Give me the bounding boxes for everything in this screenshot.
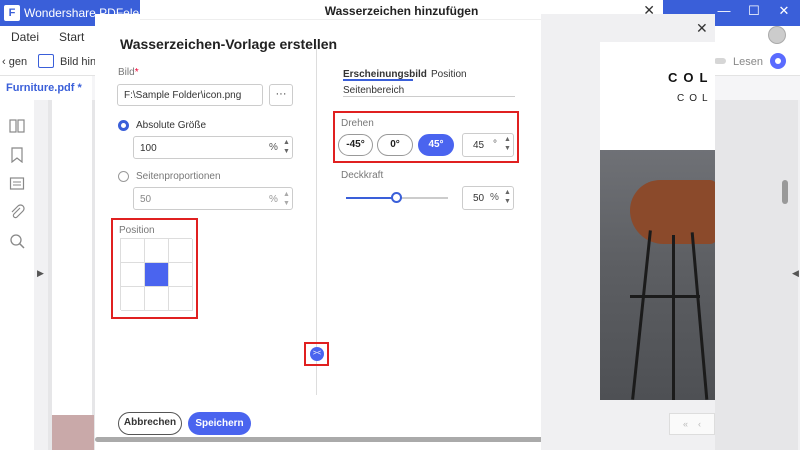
absolute-size-unit: %: [269, 142, 278, 153]
rotate-stepper[interactable]: ▲ ▼: [504, 135, 511, 153]
file-tab-furniture[interactable]: Furniture.pdf *: [0, 76, 92, 100]
collapse-panel-button[interactable]: ><: [310, 347, 324, 361]
rotate-0-button[interactable]: 0°: [377, 134, 413, 156]
expand-right-panel-icon[interactable]: ◀: [792, 268, 799, 279]
tab-active-indicator: [343, 79, 413, 81]
settings-hex-icon[interactable]: [770, 53, 786, 69]
opacity-slider-handle[interactable]: [391, 192, 402, 203]
left-sidebar: [0, 100, 34, 450]
horizontal-scrollbar[interactable]: [95, 437, 551, 442]
position-cell-selected[interactable]: [145, 263, 169, 287]
chair-leg: [672, 235, 675, 400]
pages-icon[interactable]: [9, 118, 25, 134]
page-proportion-stepper[interactable]: ▲ ▼: [283, 190, 290, 208]
tabs-underline: [343, 96, 515, 97]
browse-button[interactable]: ···: [269, 84, 293, 106]
document-page: [52, 100, 92, 450]
preview-pagination[interactable]: « ‹: [669, 413, 715, 435]
opacity-unit: %: [490, 192, 499, 203]
maximize-button[interactable]: ☐: [744, 3, 764, 19]
menu-item-start[interactable]: Start: [59, 30, 84, 44]
preview-heading: COL: [668, 70, 714, 85]
page-proportion-label: Seitenproportionen: [136, 171, 221, 182]
image-path-field[interactable]: F:\Sample Folder\icon.png: [117, 84, 263, 106]
comment-icon[interactable]: [9, 176, 25, 192]
image-label: Bild*: [118, 67, 139, 78]
position-label: Position: [119, 225, 155, 236]
preview-close-button[interactable]: ✕: [696, 20, 708, 37]
first-page-button[interactable]: «: [683, 419, 688, 429]
read-mode-toggle[interactable]: [714, 58, 726, 64]
rotate-minus45-button[interactable]: -45°: [338, 134, 373, 156]
position-grid[interactable]: [120, 238, 193, 311]
rotate-label: Drehen: [341, 118, 374, 129]
absolute-size-radio[interactable]: [118, 120, 129, 131]
position-cell[interactable]: [169, 263, 193, 287]
prev-page-button[interactable]: ‹: [698, 419, 701, 429]
position-cell[interactable]: [121, 239, 145, 263]
cancel-button[interactable]: Abbrechen: [118, 412, 182, 435]
position-cell[interactable]: [145, 287, 169, 311]
search-icon[interactable]: [9, 233, 25, 249]
position-cell[interactable]: [121, 263, 145, 287]
position-cell[interactable]: [121, 287, 145, 311]
vertical-scrollbar[interactable]: [782, 180, 788, 204]
tab-position[interactable]: Position: [431, 69, 467, 80]
bookmark-icon[interactable]: [9, 147, 25, 163]
tab-page-range[interactable]: Seitenbereich: [343, 85, 404, 96]
rotate-unit: °: [493, 139, 497, 150]
absolute-size-stepper[interactable]: ▲ ▼: [283, 138, 290, 156]
template-heading: Wasserzeichen-Vorlage erstellen: [120, 36, 338, 52]
opacity-label: Deckkraft: [341, 170, 384, 181]
image-icon: [38, 54, 54, 68]
position-cell[interactable]: [169, 239, 193, 263]
chair-leg: [690, 232, 709, 400]
toolbar-cut-label[interactable]: ‹ gen: [2, 56, 27, 68]
preview-subheading: COL: [677, 93, 713, 104]
app-logo: F: [4, 5, 20, 21]
document-image-fragment: [52, 415, 94, 450]
collapse-left-panel-icon[interactable]: ▶: [37, 268, 44, 279]
chair-footrest: [630, 295, 700, 298]
absolute-size-label: Absolute Größe: [136, 120, 207, 131]
preview-chair-image: [600, 150, 715, 400]
attachment-icon[interactable]: [9, 204, 25, 220]
save-button[interactable]: Speichern: [188, 412, 251, 435]
opacity-stepper[interactable]: ▲ ▼: [504, 188, 511, 206]
close-window-button[interactable]: ✕: [774, 3, 794, 19]
avatar[interactable]: [768, 26, 786, 44]
rotate-45-button[interactable]: 45°: [418, 134, 454, 156]
page-proportion-unit: %: [269, 194, 278, 205]
position-cell[interactable]: [169, 287, 193, 311]
position-cell[interactable]: [145, 239, 169, 263]
read-mode-label: Lesen: [733, 56, 763, 68]
chair-leg: [631, 230, 652, 400]
page-proportion-radio[interactable]: [118, 171, 129, 182]
menu-item-datei[interactable]: Datei: [11, 30, 39, 44]
minimize-button[interactable]: —: [714, 3, 734, 18]
opacity-slider-fill: [346, 197, 397, 199]
